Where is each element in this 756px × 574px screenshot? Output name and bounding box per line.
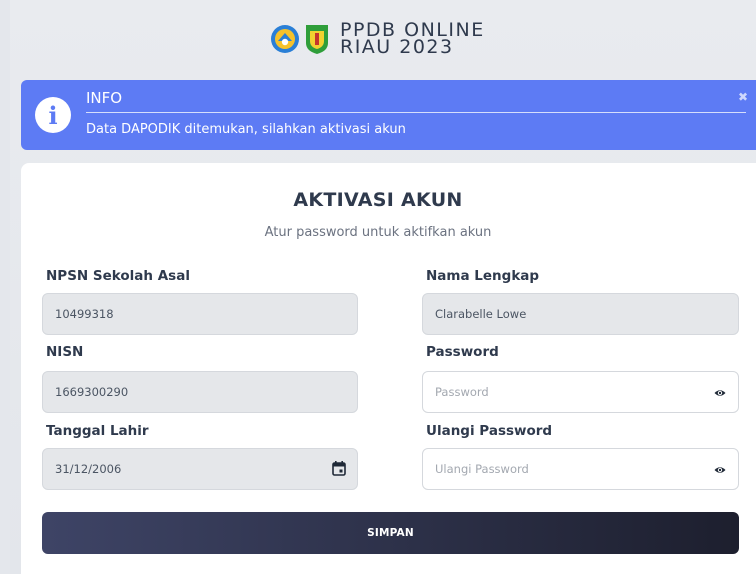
card-subtitle: Atur password untuk aktifkan akun <box>264 225 492 240</box>
riau-emblem-icon <box>306 25 328 54</box>
ulangi-password-label: Ulangi Password <box>426 423 553 439</box>
ulangi-password-input[interactable] <box>422 448 739 490</box>
site-header: PPDB ONLINE RIAU 2023 <box>270 18 485 60</box>
nisn-label: NISN <box>46 344 84 360</box>
npsn-value: 10499318 <box>55 307 114 321</box>
alert-message: Data DAPODIK ditemukan, silahkan aktivas… <box>86 122 406 137</box>
info-icon: i <box>35 97 71 133</box>
close-icon[interactable]: ✖ <box>738 90 748 104</box>
brand-text: PPDB ONLINE RIAU 2023 <box>340 21 485 58</box>
npsn-field: 10499318 <box>42 293 358 335</box>
nama-lengkap-field: Clarabelle Lowe <box>422 293 739 335</box>
tanggal-lahir-value: 31/12/2006 <box>55 462 122 476</box>
eye-icon[interactable] <box>714 464 726 476</box>
info-alert: i <box>21 80 756 150</box>
nama-lengkap-value: Clarabelle Lowe <box>435 307 527 321</box>
alert-title: INFO <box>86 89 123 107</box>
eye-icon[interactable] <box>714 387 726 399</box>
tanggal-lahir-label: Tanggal Lahir <box>46 423 149 439</box>
tut-wuri-logo-icon <box>271 25 299 53</box>
password-input[interactable] <box>422 371 739 413</box>
npsn-label: NPSN Sekolah Asal <box>46 268 190 284</box>
brand-line-2: RIAU 2023 <box>340 36 454 58</box>
calendar-icon[interactable] <box>332 461 346 476</box>
nisn-value: 1669300290 <box>55 385 129 399</box>
card-title: AKTIVASI AKUN <box>293 189 463 211</box>
tanggal-lahir-field[interactable]: 31/12/2006 <box>42 448 358 490</box>
simpan-button[interactable]: SIMPAN <box>42 512 739 554</box>
alert-divider <box>86 112 746 113</box>
nama-lengkap-label: Nama Lengkap <box>426 268 540 284</box>
nisn-field: 1669300290 <box>42 371 358 413</box>
password-label: Password <box>426 344 499 360</box>
